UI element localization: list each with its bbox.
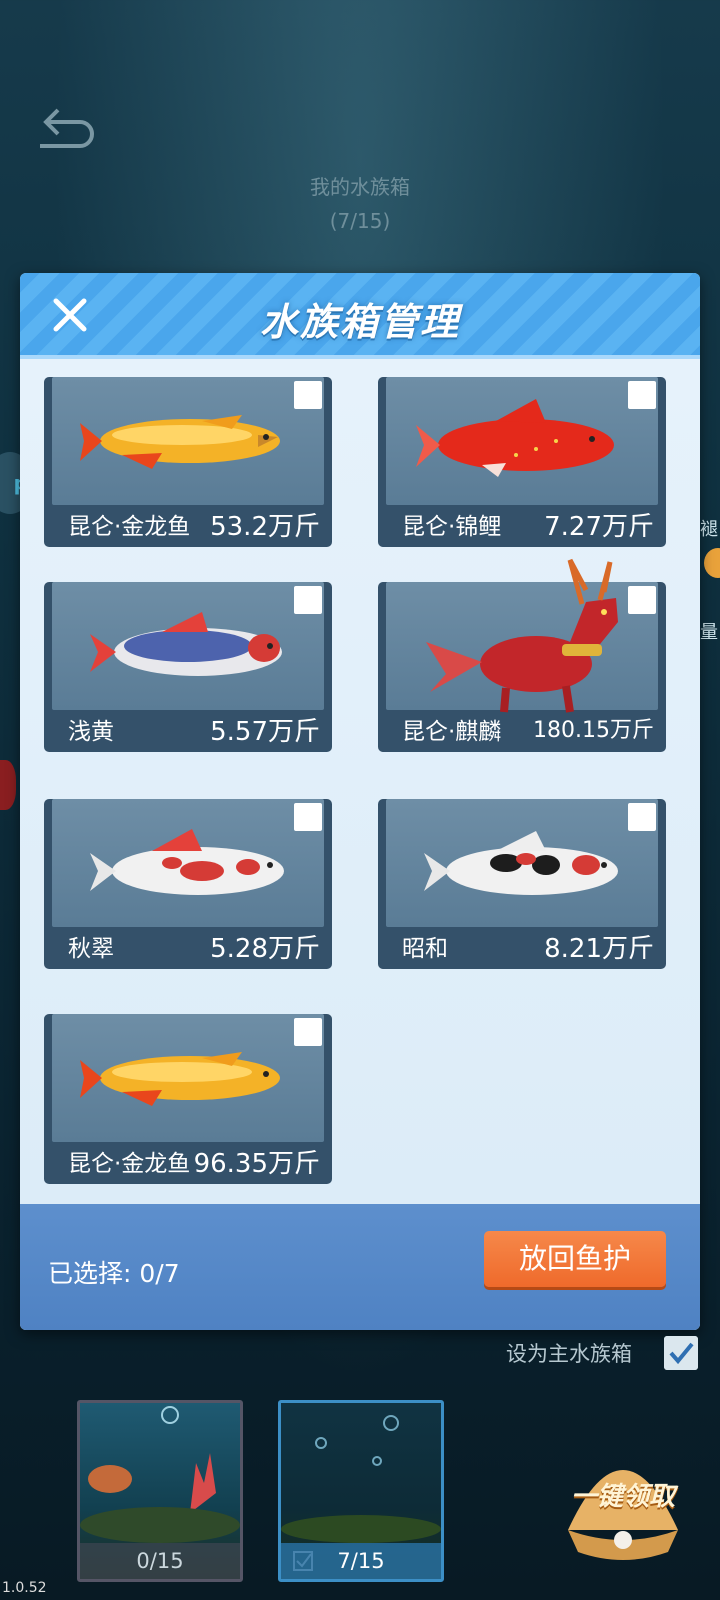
claim-all-label: 一键领取 — [570, 1482, 675, 1512]
bubbles-scene-icon — [281, 1415, 441, 1543]
fish-image-area — [386, 377, 658, 505]
aquarium-count: (7/15) — [329, 209, 391, 233]
fish-name: 昆仑·锦鲤 — [402, 514, 502, 540]
fish-weight: 96.35万斤 — [193, 1149, 320, 1179]
side-right-text: 褪 — [700, 519, 718, 540]
modal-header: 水族箱管理 — [20, 273, 700, 359]
aquarium-tab-2-count: 7/15 — [281, 1543, 441, 1579]
fish-weight: 8.21万斤 — [544, 934, 654, 964]
fish-image-area — [52, 1014, 324, 1142]
golden-arowana-icon — [80, 415, 280, 469]
side-right-text-2: 量 — [700, 622, 718, 643]
aquarium-title: 我的水族箱 (7/15) — [0, 170, 720, 238]
select-checkbox[interactable] — [628, 586, 656, 614]
fish-card[interactable]: 昆仑·金龙鱼 96.35万斤 — [44, 1014, 332, 1184]
fish-weight: 5.28万斤 — [210, 934, 320, 964]
claim-all-button[interactable]: 一键领取 — [548, 1420, 698, 1570]
select-checkbox[interactable] — [294, 1018, 322, 1046]
fish-grid: 昆仑·金龙鱼 53.2万斤 昆仑·锦鲤 7.27万斤 浅黄 5.57万斤 昆仑·… — [20, 359, 700, 1204]
aquarium-tab-1-count: 0/15 — [80, 1543, 240, 1579]
fish-weight: 5.57万斤 — [210, 717, 320, 747]
aquarium-tab-1[interactable]: 0/15 — [77, 1400, 243, 1582]
select-checkbox[interactable] — [628, 381, 656, 409]
fish-name: 浅黄 — [68, 719, 114, 745]
version-label: 1.0.52 — [2, 1580, 47, 1596]
fish-card[interactable]: 秋翠 5.28万斤 — [44, 799, 332, 969]
fish-card[interactable]: 昭和 8.21万斤 — [378, 799, 666, 969]
qilin-icon — [426, 558, 618, 713]
fish-image-area — [386, 799, 658, 927]
fish-weight: 53.2万斤 — [210, 512, 320, 542]
set-main-aquarium-label: 设为主水族箱 — [506, 1342, 632, 1366]
fish-name: 昭和 — [402, 936, 448, 962]
fish-weight: 7.27万斤 — [544, 512, 654, 542]
set-main-aquarium-checkbox[interactable] — [664, 1336, 698, 1370]
fish-image-area — [52, 582, 324, 710]
side-fish-left-icon — [0, 760, 16, 810]
fish-name: 秋翠 — [68, 936, 114, 962]
fish-image-area — [52, 377, 324, 505]
modal-footer: 已选择: 0/7 放回鱼护 — [20, 1204, 700, 1330]
fish-weight: 180.15万斤 — [533, 718, 654, 743]
aquarium-title-text: 我的水族箱 — [310, 175, 410, 199]
release-to-net-button[interactable]: 放回鱼护 — [484, 1231, 666, 1287]
golden-arowana-icon — [80, 1052, 280, 1106]
fish-image-area — [386, 558, 658, 713]
fish-card[interactable]: 昆仑·金龙鱼 53.2万斤 — [44, 377, 332, 547]
coral-scene-icon — [80, 1406, 240, 1543]
select-checkbox[interactable] — [294, 586, 322, 614]
selected-count: 已选择: 0/7 — [48, 1259, 180, 1288]
asagi-koi-icon — [90, 612, 282, 676]
fish-card[interactable]: 昆仑·锦鲤 7.27万斤 — [378, 377, 666, 547]
select-checkbox[interactable] — [628, 803, 656, 831]
fish-name: 昆仑·麒麟 — [402, 719, 502, 745]
red-koi-icon — [416, 399, 614, 477]
fish-card[interactable]: 浅黄 5.57万斤 — [44, 582, 332, 752]
aquarium-manage-modal: 水族箱管理 昆仑·金龙鱼 53.2万斤 昆仑·锦鲤 7.27万斤 浅黄 5.57… — [20, 273, 700, 1330]
fish-image-area — [52, 799, 324, 927]
select-checkbox[interactable] — [294, 803, 322, 831]
aquarium-tab-2[interactable]: 7/15 — [278, 1400, 444, 1582]
fish-card[interactable]: 昆仑·麒麟 180.15万斤 — [378, 558, 666, 752]
fish-name: 昆仑·金龙鱼 — [68, 514, 191, 540]
shusui-koi-icon — [90, 829, 284, 895]
fish-name: 昆仑·金龙鱼 — [68, 1151, 191, 1177]
back-arrow-icon[interactable] — [34, 104, 94, 154]
select-checkbox[interactable] — [294, 381, 322, 409]
showa-koi-icon — [424, 831, 618, 895]
modal-title: 水族箱管理 — [259, 300, 460, 344]
